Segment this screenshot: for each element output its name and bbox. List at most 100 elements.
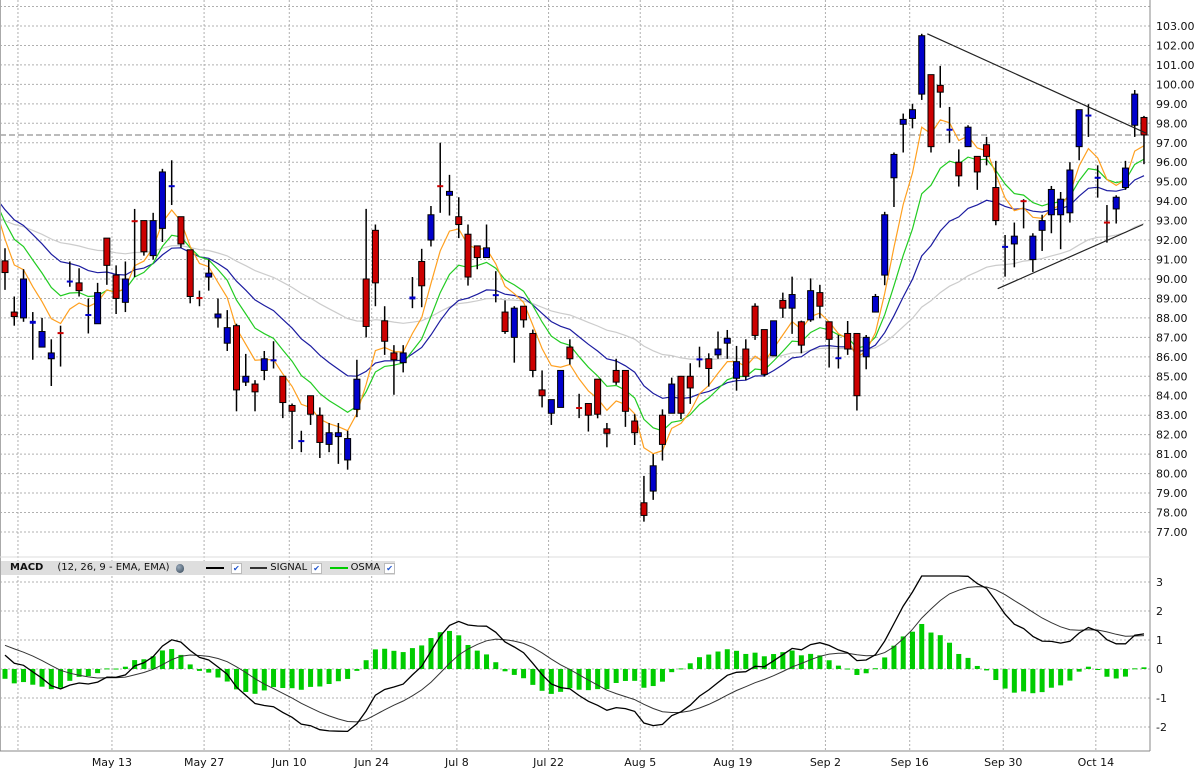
- osma-bar: [808, 653, 814, 669]
- candle: [427, 206, 435, 247]
- candle-body: [223, 327, 231, 344]
- price-tick-label: 102.00: [1156, 39, 1195, 52]
- candle: [94, 282, 102, 325]
- candle: [10, 296, 18, 326]
- candle: [529, 329, 537, 378]
- candle: [899, 113, 907, 153]
- signal-checkbox[interactable]: ✔: [311, 562, 322, 574]
- candle: [770, 320, 778, 357]
- price-tick-label: 103.00: [1156, 20, 1195, 33]
- candle-body: [890, 153, 898, 179]
- osma-bar: [11, 669, 17, 684]
- candle: [621, 369, 629, 427]
- candle: [520, 305, 528, 328]
- candle: [807, 278, 815, 322]
- candle-body: [279, 375, 287, 404]
- candle-body: [686, 375, 694, 389]
- osma-bar: [456, 635, 462, 669]
- candle-body: [75, 282, 83, 292]
- candle: [668, 377, 676, 414]
- candle-body: [927, 74, 935, 148]
- candle-body: [409, 296, 416, 300]
- osma-bar: [659, 669, 665, 682]
- osma-bar: [632, 669, 638, 681]
- osma-bar: [289, 669, 295, 689]
- candle: [797, 320, 805, 354]
- osma-bar: [502, 669, 508, 672]
- price-tick-label: 97.00: [1156, 137, 1188, 150]
- candle: [20, 269, 28, 322]
- candle: [964, 125, 972, 148]
- osma-bar: [872, 668, 878, 670]
- candle: [223, 310, 231, 351]
- candle: [279, 375, 287, 419]
- candle-body: [288, 404, 296, 412]
- candle: [1131, 90, 1139, 137]
- candle-body: [325, 432, 333, 445]
- candle-body: [1066, 169, 1074, 214]
- osma-checkbox[interactable]: ✔: [384, 562, 396, 574]
- osma-bar: [345, 669, 351, 679]
- osma-bar: [95, 669, 101, 674]
- price-tick-label: 99.00: [1156, 98, 1188, 111]
- price-tick-label: 92.00: [1156, 234, 1188, 247]
- candle-body: [696, 358, 703, 361]
- osma-bar: [1132, 668, 1138, 670]
- price-tick-label: 84.00: [1156, 390, 1188, 403]
- candle-body: [1047, 188, 1055, 216]
- candle-body: [437, 185, 444, 188]
- candle: [149, 212, 157, 260]
- macd-panel: [2, 575, 1147, 733]
- osma-bar: [354, 669, 360, 671]
- osma-bar: [706, 654, 712, 669]
- price-tick-label: 93.00: [1156, 215, 1188, 228]
- price-tick-label: 96.00: [1156, 156, 1188, 169]
- candle: [464, 224, 472, 286]
- candle-body: [538, 389, 546, 397]
- price-tick-label: 85.00: [1156, 370, 1188, 383]
- candle-body: [140, 220, 148, 253]
- candlesticks: [1, 33, 1148, 522]
- osma-bar: [1113, 669, 1119, 679]
- candle-body: [177, 216, 185, 245]
- osma-bar: [85, 669, 91, 677]
- osma-bar: [1085, 666, 1091, 669]
- candle-body: [918, 35, 926, 95]
- osma-bar: [965, 657, 971, 669]
- candle: [353, 359, 361, 418]
- candle-body: [334, 432, 342, 438]
- candle: [409, 277, 416, 309]
- osma-bar: [484, 654, 490, 669]
- candle-body: [677, 375, 685, 414]
- candle: [492, 271, 499, 303]
- candle: [325, 422, 333, 453]
- macd-line-checkbox[interactable]: ✔: [230, 562, 242, 574]
- trendlines[interactable]: [927, 33, 1147, 290]
- candle: [260, 350, 268, 381]
- osma-bar: [1058, 669, 1064, 686]
- osma-bar: [919, 623, 925, 669]
- candle: [1029, 233, 1037, 272]
- candle-body: [529, 332, 537, 371]
- candle-body: [649, 465, 657, 492]
- candle: [233, 323, 240, 412]
- globe-icon[interactable]: [175, 563, 185, 573]
- macd-tick-label: 1: [1156, 634, 1163, 647]
- candle-body: [270, 359, 277, 362]
- candle-body: [936, 84, 944, 93]
- candle-body: [1121, 167, 1129, 189]
- osma-bar: [1122, 669, 1128, 677]
- osma-bar: [372, 649, 378, 669]
- candle-body: [298, 440, 305, 443]
- candle-body: [584, 403, 592, 416]
- candle-body: [1010, 235, 1018, 245]
- candle: [751, 303, 759, 340]
- price-tick-label: 95.00: [1156, 176, 1188, 189]
- osma-bar: [697, 657, 702, 669]
- macd-tick-label: -1: [1156, 692, 1167, 705]
- candle: [121, 261, 129, 313]
- osma-bar: [382, 648, 388, 669]
- candle: [307, 395, 315, 425]
- osma-bar: [391, 650, 397, 669]
- price-tick-label: 101.00: [1156, 59, 1195, 72]
